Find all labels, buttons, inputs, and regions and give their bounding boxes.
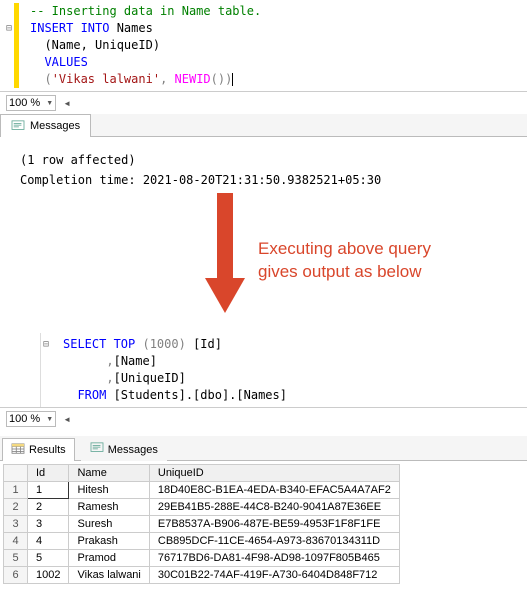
cell-name[interactable]: Ramesh — [69, 499, 149, 516]
messages-output[interactable]: (1 row affected) Completion time: 2021-0… — [0, 137, 527, 203]
scroll-left-icon[interactable]: ◄ — [60, 99, 74, 108]
results-grid[interactable]: Id Name UniqueID 11Hitesh18D40E8C-B1EA-4… — [3, 464, 400, 584]
cell-uniqueid[interactable]: 29EB41B5-288E-44C8-B240-9041A87E36EE — [149, 499, 399, 516]
cell-uniqueid[interactable]: 30C01B22-74AF-419F-A730-6404D848F712 — [149, 567, 399, 584]
table-header-row: Id Name UniqueID — [4, 465, 400, 482]
zoom-dropdown[interactable]: 100 % ▼ — [6, 411, 56, 427]
sql-comment: -- Inserting data in Name table. — [30, 4, 261, 18]
cell-uniqueid[interactable]: E7B8537A-B906-487E-BE59-4953F1F8F1FE — [149, 516, 399, 533]
cell-uniqueid[interactable]: CB895DCF-11CE-4654-A973-83670134311D — [149, 533, 399, 550]
table-row[interactable]: 61002Vikas lalwani30C01B22-74AF-419F-A73… — [4, 567, 400, 584]
chevron-down-icon: ▼ — [46, 416, 53, 423]
paren-close: ()) — [211, 72, 233, 86]
annotation-text: Executing above query gives output as be… — [258, 238, 431, 284]
completion-time-text: Completion time: 2021-08-20T21:31:50.938… — [20, 173, 507, 187]
zoom-bar-bottom: 100 % ▼ ◄ — [0, 407, 527, 430]
cell-name[interactable]: Prakash — [69, 533, 149, 550]
row-number[interactable]: 4 — [4, 533, 28, 550]
col-header-uniqueid[interactable]: UniqueID — [149, 465, 399, 482]
messages-icon — [90, 442, 104, 457]
chevron-down-icon: ▼ — [46, 100, 53, 107]
zoom-value: 100 % — [9, 97, 40, 109]
table-row[interactable]: 33SureshE7B8537A-B906-487E-BE59-4953F1F8… — [4, 516, 400, 533]
col-header-name[interactable]: Name — [69, 465, 149, 482]
table-row[interactable]: 55Pramod76717BD6-DA81-4F98-AD98-1097F805… — [4, 550, 400, 567]
table-row[interactable]: 22Ramesh29EB41B5-288E-44C8-B240-9041A87E… — [4, 499, 400, 516]
string-literal: 'Vikas lalwani' — [52, 72, 160, 86]
zoom-value: 100 % — [9, 413, 40, 425]
row-number[interactable]: 6 — [4, 567, 28, 584]
results-tabs-bottom: Results Messages — [0, 436, 527, 461]
kw-select: SELECT TOP — [63, 337, 142, 351]
cell-name[interactable]: Vikas lalwani — [69, 567, 149, 584]
col-id: [Id] — [193, 337, 222, 351]
row-number[interactable]: 3 — [4, 516, 28, 533]
results-pane: Results Messages Id Name UniqueID 11Hite… — [0, 436, 527, 584]
arrow-icon — [200, 193, 250, 323]
messages-icon — [11, 119, 25, 133]
kw-insert: INSERT INTO — [30, 21, 117, 35]
cell-name[interactable]: Pramod — [69, 550, 149, 567]
row-number[interactable]: 1 — [4, 482, 28, 499]
cell-name[interactable]: Suresh — [69, 516, 149, 533]
kw-from: FROM — [63, 388, 114, 402]
annotation-overlay: Executing above query gives output as be… — [0, 203, 527, 333]
tab-results-label: Results — [29, 444, 66, 456]
table-name: Names — [117, 21, 153, 35]
cell-id[interactable]: 1002 — [28, 567, 69, 584]
col-header-id[interactable]: Id — [28, 465, 69, 482]
table-row[interactable]: 11Hitesh18D40E8C-B1EA-4EDA-B340-EFAC5A4A… — [4, 482, 400, 499]
zoom-dropdown[interactable]: 100 % ▼ — [6, 95, 56, 111]
kw-values: VALUES — [30, 55, 88, 69]
results-tabs-top: Messages — [0, 114, 527, 137]
cell-uniqueid[interactable]: 76717BD6-DA81-4F98-AD98-1097F805B465 — [149, 550, 399, 567]
col-name: [Name] — [114, 354, 157, 368]
tab-results[interactable]: Results — [2, 438, 75, 461]
from-table: [Students].[dbo].[Names] — [114, 388, 287, 402]
col-uniqueid: [UniqueID] — [114, 371, 186, 385]
text-cursor — [232, 73, 233, 86]
cell-id[interactable]: 4 — [28, 533, 69, 550]
row-number[interactable]: 5 — [4, 550, 28, 567]
cell-name[interactable]: Hitesh — [69, 482, 149, 499]
cell-id[interactable]: 5 — [28, 550, 69, 567]
col-rownum[interactable] — [4, 465, 28, 482]
tab-messages[interactable]: Messages — [0, 114, 91, 137]
fn-newid: NEWID — [175, 72, 211, 86]
results-icon — [11, 443, 25, 458]
zoom-bar: 100 % ▼ ◄ — [0, 91, 527, 114]
sql-editor-bottom[interactable]: ⊟SELECT TOP (1000) [Id] ,[Name] ,[Unique… — [40, 333, 527, 407]
cell-id[interactable]: 1 — [28, 482, 69, 499]
scroll-left-icon[interactable]: ◄ — [60, 415, 74, 424]
cols-list: (Name, UniqueID) — [30, 38, 160, 52]
collapse-icon[interactable]: ⊟ — [43, 336, 49, 353]
collapse-icon[interactable]: ⊟ — [6, 20, 12, 37]
sql-editor-top[interactable]: -- Inserting data in Name table. ⊟ INSERT… — [0, 0, 527, 91]
paren-open: ( — [30, 72, 52, 86]
tab-messages-label: Messages — [108, 444, 158, 456]
cell-id[interactable]: 2 — [28, 499, 69, 516]
cell-id[interactable]: 3 — [28, 516, 69, 533]
cell-uniqueid[interactable]: 18D40E8C-B1EA-4EDA-B340-EFAC5A4A7AF2 — [149, 482, 399, 499]
tab-messages[interactable]: Messages — [81, 438, 167, 461]
row-number[interactable]: 2 — [4, 499, 28, 516]
rows-affected-text: (1 row affected) — [20, 153, 507, 167]
table-row[interactable]: 44PrakashCB895DCF-11CE-4654-A973-8367013… — [4, 533, 400, 550]
tab-messages-label: Messages — [30, 120, 80, 132]
